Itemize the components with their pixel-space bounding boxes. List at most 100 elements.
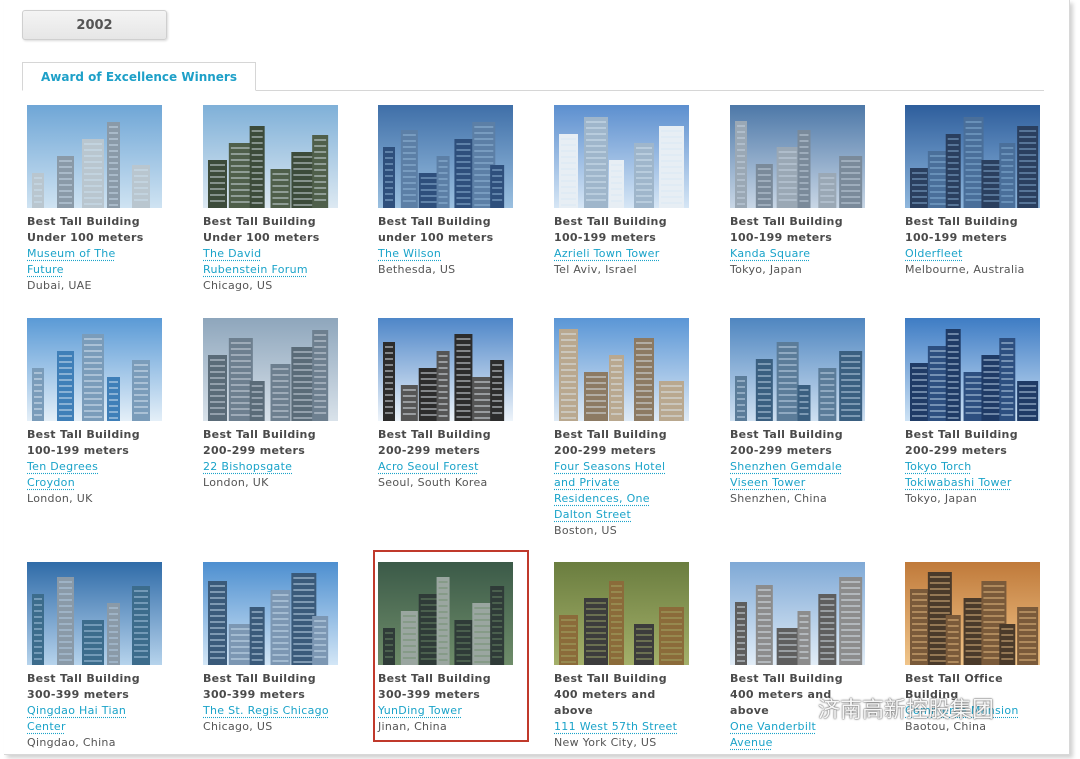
building-location: Dubai, UAE [27,279,92,292]
winner-card: Best Tall Building Under 100 meters Museum… [27,105,167,294]
award-category: Best Tall Building [203,428,316,441]
building-photo[interactable] [27,562,162,665]
building-name-link[interactable]: Croydon [27,475,167,491]
building-location: Tokyo, Japan [730,263,803,276]
building-photo[interactable] [730,105,865,208]
winner-card: Best Tall Building 300-399 meters Qingdao … [27,562,167,751]
building-photo[interactable] [378,318,513,421]
building-name-link[interactable]: The David [203,246,343,262]
building-location: London, UK [27,492,93,505]
building-name-link[interactable]: Museum of The [27,246,167,262]
building-name-link[interactable]: Shenzhen Gemdale [730,459,870,475]
award-category: Best Tall Building [203,672,316,685]
building-location: Bethesda, US [378,263,456,276]
building-name-link[interactable]: The Wilson [378,246,518,262]
building-name-link[interactable]: Acro Seoul Forest [378,459,518,475]
building-photo[interactable] [203,105,338,208]
building-photo[interactable] [554,562,689,665]
building-name-link[interactable]: Avenue [730,735,870,751]
building-name-link[interactable]: Qingdao Hai Tian [27,703,167,719]
award-category: 100-199 meters [730,231,833,244]
building-name-link[interactable]: Center [27,719,167,735]
building-photo[interactable] [203,562,338,665]
building-photo[interactable] [905,562,1040,665]
building-location: London, UK [203,476,269,489]
building-location: Shenzhen, China [730,492,828,505]
winner-card: Best Tall Building Under 100 meters The Da… [203,105,343,294]
winner-card: Best Tall Building 200-299 meters 22 Bisho… [203,318,343,491]
card-meta: Best Tall Building 200-299 meters 22 Bisho… [203,427,343,491]
award-category: 200-299 meters [730,444,833,457]
building-name-link[interactable]: Rubenstein Forum [203,262,343,278]
building-name-link[interactable]: Azrieli Town Tower [554,246,694,262]
building-photo[interactable] [730,562,865,665]
card-meta: Best Tall Building 100-199 meters Olderfle… [905,214,1045,278]
building-photo[interactable] [27,105,162,208]
building-name-link[interactable]: Four Seasons Hotel [554,459,694,475]
building-photo[interactable] [730,318,865,421]
winner-card: Best Tall Building 100-199 meters Olderfle… [905,105,1045,278]
card-meta: Best Tall Building 400 meters and above 111… [554,671,694,751]
award-category: Best Tall Building [203,215,316,228]
award-category: Best Tall Building [27,672,140,685]
watermark: 济南高新控股集团 [782,692,994,724]
winner-card: Best Tall Building 100-199 meters Kanda Sq… [730,105,870,278]
building-location: Tel Aviv, Israel [554,263,637,276]
award-category: Best Tall Building [378,428,491,441]
card-meta: Best Tall Building 200-299 meters Shenzhen… [730,427,870,507]
award-category: 100-199 meters [554,231,657,244]
building-name-link[interactable]: Residences, One [554,491,694,507]
building-name-link[interactable]: Tokiwabashi Tower [905,475,1045,491]
award-category: 100-199 meters [905,231,1008,244]
winner-card: Best Tall Building 200-299 meters Tokyo To… [905,318,1045,507]
building-name-link[interactable]: Kanda Square [730,246,870,262]
card-meta: Best Tall Building 200-299 meters Tokyo To… [905,427,1045,507]
building-photo[interactable] [554,105,689,208]
card-meta: Best Tall Building Under 100 meters The Da… [203,214,343,294]
building-name-link[interactable]: Viseen Tower [730,475,870,491]
building-name-link[interactable]: Tokyo Torch [905,459,1045,475]
building-photo[interactable] [554,318,689,421]
building-name-link[interactable]: Future [27,262,167,278]
award-category: Best Tall Building [730,672,843,685]
award-category: Best Tall Building [554,428,667,441]
card-meta: Best Tall Building Under 100 meters Museum… [27,214,167,294]
card-meta: Best Tall Building 200-299 meters Four Sea… [554,427,694,539]
year-button[interactable]: 2002 [22,10,167,40]
building-photo[interactable] [378,105,513,208]
building-photo[interactable] [905,318,1040,421]
winner-card: Best Tall Building 400 meters and above 111… [554,562,694,751]
building-photo[interactable] [27,318,162,421]
building-name-link[interactable]: The St. Regis Chicago [203,703,343,719]
building-name-link[interactable]: and Private [554,475,694,491]
award-category: Best Tall Building [905,428,1018,441]
building-name-link[interactable]: Olderfleet [905,246,1045,262]
building-name-link[interactable]: 22 Bishopsgate [203,459,343,475]
award-category: 400 meters and [554,688,656,701]
building-photo[interactable] [203,318,338,421]
tab-award-of-excellence[interactable]: Award of Excellence Winners [22,62,256,91]
award-category: Best Tall Building [730,428,843,441]
winner-card: Best Tall Building 200-299 meters Acro Seo… [378,318,518,491]
card-meta: Best Tall Building under 100 meters The Wi… [378,214,518,278]
building-photo[interactable] [905,105,1040,208]
award-category: Best Tall Building [730,215,843,228]
card-meta: Best Tall Building 100-199 meters Azrieli … [554,214,694,278]
award-category: 200-299 meters [203,444,306,457]
award-category: under 100 meters [378,231,494,244]
building-location: Melbourne, Australia [905,263,1025,276]
winner-card: Best Tall Building 300-399 meters The St. … [203,562,343,735]
building-location: Boston, US [554,524,618,537]
building-location: Chicago, US [203,279,273,292]
winner-card: Best Tall Building 200-299 meters Shenzhen… [730,318,870,507]
highlight-box [373,550,529,742]
building-name-link[interactable]: Dalton Street [554,507,694,523]
winner-card: Best Tall Building 100-199 meters Ten Degr… [27,318,167,507]
building-name-link[interactable]: Ten Degrees [27,459,167,475]
award-category: 300-399 meters [203,688,306,701]
building-name-link[interactable]: 111 West 57th Street [554,719,694,735]
winner-card: Best Tall Building 100-199 meters Azrieli … [554,105,694,278]
building-location: New York City, US [554,736,657,749]
award-category: Best Tall Building [554,672,667,685]
building-location: Tokyo, Japan [905,492,978,505]
